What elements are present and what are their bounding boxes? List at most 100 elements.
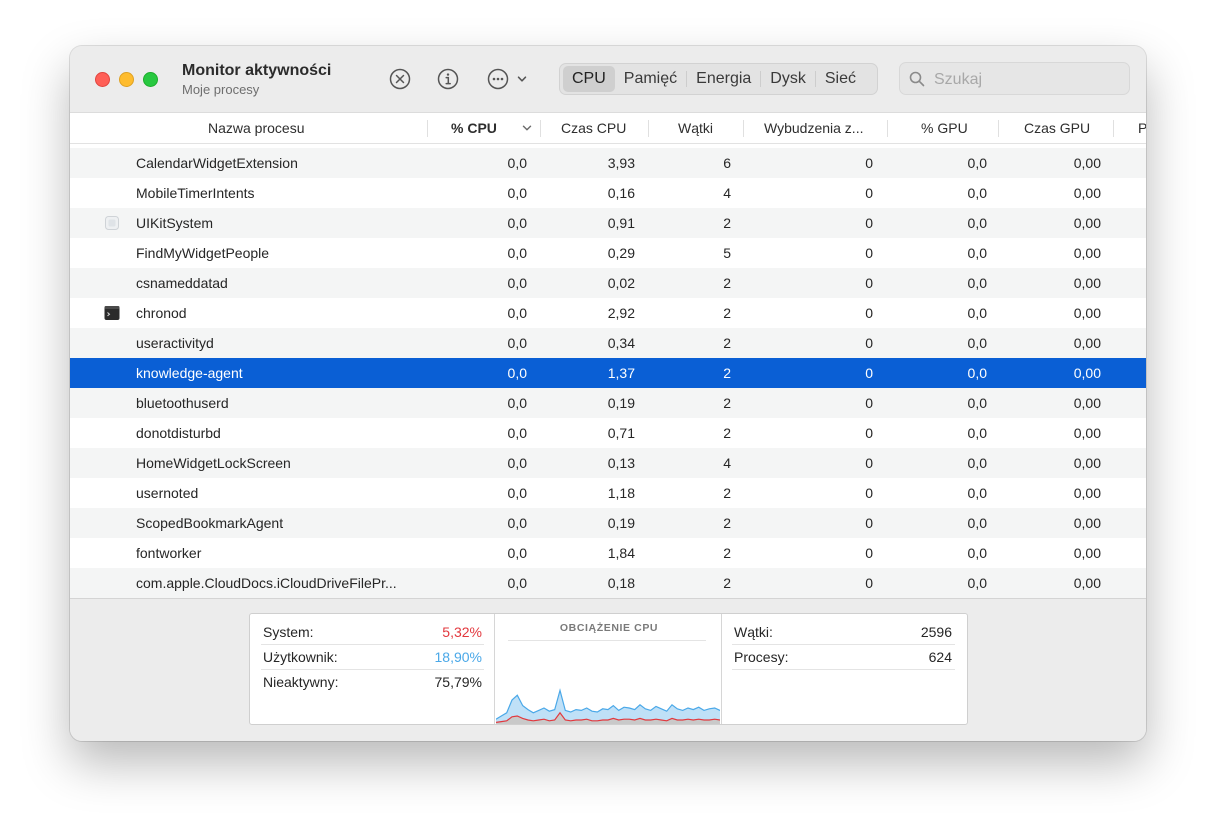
process-name: CalendarWidgetExtension: [136, 155, 298, 171]
toolbar: Monitor aktywności Moje procesy CPU Pami…: [70, 46, 1146, 112]
processes-value: 624: [928, 649, 952, 665]
column-header-cpu-time[interactable]: Czas CPU: [561, 113, 626, 144]
minimize-window-button[interactable]: [119, 72, 134, 87]
process-name: HomeWidgetLockScreen: [136, 455, 291, 471]
column-header-threads[interactable]: Wątki: [678, 113, 713, 144]
idle-wakeups: 0: [865, 425, 873, 441]
gpu-time: 0,00: [1073, 185, 1101, 201]
tab-network[interactable]: Sieć: [816, 66, 865, 92]
idle-wakeups: 0: [865, 275, 873, 291]
table-row[interactable]: FindMyWidgetPeople 0,0 0,29 5 0 0,0 0,00: [70, 238, 1146, 268]
table-row[interactable]: MobileTimerIntents 0,0 0,16 4 0 0,0 0,00: [70, 178, 1146, 208]
window-title: Monitor aktywności: [182, 62, 332, 79]
process-name: csnameddatad: [136, 275, 228, 291]
process-name: donotdisturbd: [136, 425, 221, 441]
process-name: chronod: [136, 305, 187, 321]
cpu-time: 0,91: [607, 215, 635, 231]
table-row[interactable]: useractivityd 0,0 0,34 2 0 0,0 0,00: [70, 328, 1146, 358]
search-icon: [909, 71, 925, 87]
idle-wakeups: 0: [865, 245, 873, 261]
table-row[interactable]: CalendarWidgetExtension 0,0 3,93 6 0 0,0…: [70, 148, 1146, 178]
tab-memory[interactable]: Pamięć: [615, 66, 686, 92]
cpu-percent: 0,0: [507, 575, 527, 591]
threads: 2: [723, 365, 731, 381]
cpu-load-graph-title: OBCIĄŻENIE CPU: [559, 622, 659, 634]
table-row[interactable]: com.apple.CloudDocs.iCloudDriveFilePr...…: [70, 568, 1146, 598]
cpu-time: 0,71: [607, 425, 635, 441]
column-separator: [427, 120, 428, 137]
system-value: 5,32%: [442, 624, 482, 640]
idle-wakeups: 0: [865, 215, 873, 231]
zoom-window-button[interactable]: [143, 72, 158, 87]
cpu-time: 0,13: [607, 455, 635, 471]
search-input[interactable]: [932, 68, 1126, 92]
threads-label: Wątki:: [734, 624, 773, 640]
column-header-truncated[interactable]: P: [1138, 113, 1146, 144]
table-row[interactable]: donotdisturbd 0,0 0,71 2 0 0,0 0,00: [70, 418, 1146, 448]
stat-divider: [261, 644, 484, 645]
column-header-gpu-time[interactable]: Czas GPU: [1024, 113, 1090, 144]
cpu-time: 1,18: [607, 485, 635, 501]
cpu-percent: 0,0: [507, 515, 527, 531]
activity-monitor-window: Monitor aktywności Moje procesy CPU Pami…: [70, 46, 1146, 741]
close-window-button[interactable]: [95, 72, 110, 87]
column-separator: [648, 120, 649, 137]
gpu-time: 0,00: [1073, 575, 1101, 591]
idle-wakeups: 0: [865, 335, 873, 351]
tab-cpu[interactable]: CPU: [563, 66, 615, 92]
table-row[interactable]: csnameddatad 0,0 0,02 2 0 0,0 0,00: [70, 268, 1146, 298]
cpu-percent: 0,0: [507, 305, 527, 321]
idle-wakeups: 0: [865, 515, 873, 531]
threads: 2: [723, 305, 731, 321]
gpu-percent: 0,0: [967, 485, 987, 501]
summary-footer: System: 5,32% Użytkownik: 18,90% Nieakty…: [70, 598, 1146, 741]
user-value: 18,90%: [434, 649, 482, 665]
gpu-time: 0,00: [1073, 365, 1101, 381]
more-actions-icon: [487, 68, 509, 90]
threads: 2: [723, 425, 731, 441]
tab-energy[interactable]: Energia: [687, 66, 760, 92]
gpu-percent: 0,0: [967, 305, 987, 321]
info-icon: [437, 68, 459, 90]
inspect-process-button[interactable]: [436, 67, 460, 91]
column-header-gpu[interactable]: % GPU: [921, 113, 968, 144]
process-name: useractivityd: [136, 335, 214, 351]
stat-divider: [732, 669, 955, 670]
stop-process-button[interactable]: [388, 67, 412, 91]
idle-wakeups: 0: [865, 485, 873, 501]
column-header-process-name[interactable]: Nazwa procesu: [208, 113, 305, 144]
sort-descending-icon[interactable]: [521, 122, 533, 134]
column-header-cpu[interactable]: % CPU: [451, 113, 497, 144]
table-row[interactable]: usernoted 0,0 1,18 2 0 0,0 0,00: [70, 478, 1146, 508]
table-row[interactable]: bluetoothuserd 0,0 0,19 2 0 0,0 0,00: [70, 388, 1146, 418]
column-header-idle-wakeups[interactable]: Wybudzenia z...: [764, 113, 863, 144]
threads: 2: [723, 335, 731, 351]
column-separator: [540, 120, 541, 137]
search-field[interactable]: [899, 62, 1130, 95]
more-actions-button[interactable]: [486, 67, 532, 91]
idle-value: 75,79%: [434, 674, 482, 690]
tab-disk[interactable]: Dysk: [761, 66, 815, 92]
table-row[interactable]: fontworker 0,0 1,84 2 0 0,0 0,00: [70, 538, 1146, 568]
process-name: bluetoothuserd: [136, 395, 229, 411]
gpu-time: 0,00: [1073, 275, 1101, 291]
table-row-selected[interactable]: knowledge-agent 0,0 1,37 2 0 0,0 0,00: [70, 358, 1146, 388]
threads: 2: [723, 395, 731, 411]
gpu-percent: 0,0: [967, 425, 987, 441]
table-row[interactable]: chronod 0,0 2,92 2 0 0,0 0,00: [70, 298, 1146, 328]
cpu-time: 0,16: [607, 185, 635, 201]
threads-value: 2596: [920, 624, 952, 640]
gpu-time: 0,00: [1073, 215, 1101, 231]
gpu-percent: 0,0: [967, 215, 987, 231]
cpu-percent: 0,0: [507, 425, 527, 441]
table-row[interactable]: UIKitSystem 0,0 0,91 2 0 0,0 0,00: [70, 208, 1146, 238]
gpu-time: 0,00: [1073, 305, 1101, 321]
process-name: knowledge-agent: [136, 365, 243, 381]
cpu-time: 3,93: [607, 155, 635, 171]
table-row[interactable]: HomeWidgetLockScreen 0,0 0,13 4 0 0,0 0,…: [70, 448, 1146, 478]
threads: 5: [723, 245, 731, 261]
cpu-percent: 0,0: [507, 455, 527, 471]
cpu-time: 0,19: [607, 515, 635, 531]
table-row[interactable]: ScopedBookmarkAgent 0,0 0,19 2 0 0,0 0,0…: [70, 508, 1146, 538]
generic-app-icon: [105, 216, 119, 230]
